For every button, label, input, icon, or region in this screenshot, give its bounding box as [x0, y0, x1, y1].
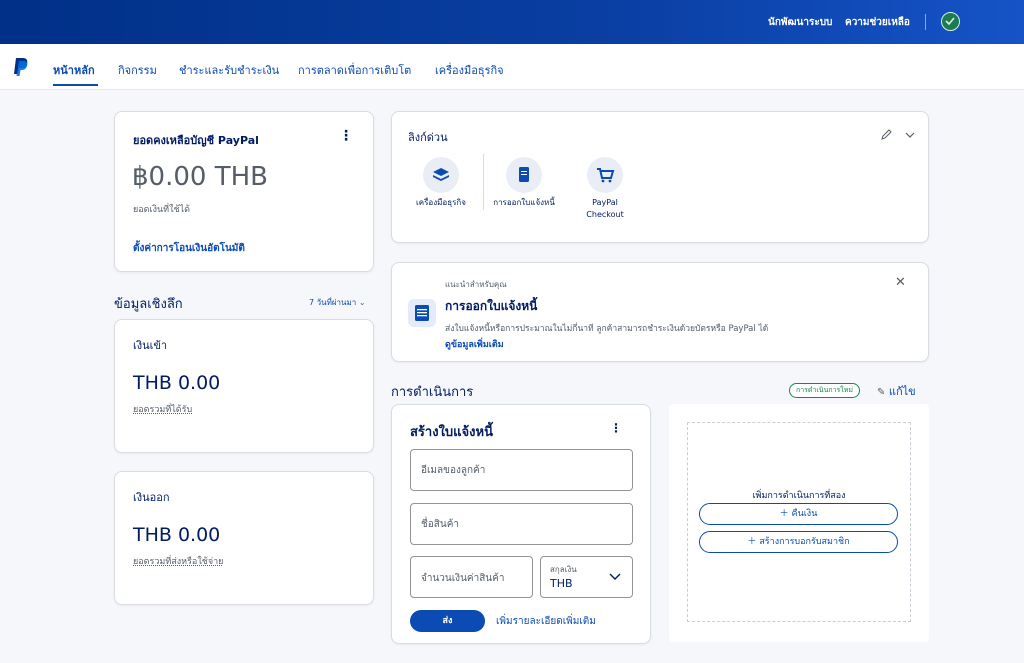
currency-select[interactable]: สกุลเงิน THB	[540, 556, 633, 598]
product-name-placeholder: ชื่อสินค้า	[421, 519, 460, 530]
balance-subtitle: ยอดเงินที่ใช้ได้	[133, 205, 190, 215]
recommend-eyebrow: แนะนำสำหรับคุณ	[445, 280, 507, 289]
invoice-icon	[408, 299, 436, 327]
active-tab-indicator	[53, 84, 98, 86]
chevron-down-icon: ⌄	[358, 298, 366, 307]
tab-home[interactable]: หน้าหลัก	[53, 61, 95, 79]
more-details-link[interactable]: เพิ่มรายละเอียดเพิ่มเติม	[496, 614, 596, 629]
send-button[interactable]: ส่ง	[410, 610, 485, 632]
balance-card: ยอดคงเหลือบัญชี PayPal ⋮ ฿0.00 THB ยอดเง…	[114, 111, 374, 272]
pencil-icon: ✎	[877, 387, 886, 398]
tab-business-tools[interactable]: เครื่องมือธุรกิจ	[435, 61, 504, 79]
money-out-title: เงินออก	[133, 491, 170, 504]
edit-label: แก้ไข	[888, 385, 916, 398]
quick-links-card: ลิงก์ด่วน เครื่องมือธุรกิจ การออกใบแจ้งห…	[391, 111, 929, 243]
pencil-icon[interactable]	[880, 129, 892, 141]
product-name-field[interactable]: ชื่อสินค้า	[410, 503, 633, 545]
balance-title: ยอดคงเหลือบัญชี PayPal	[133, 134, 259, 147]
layers-icon	[433, 168, 449, 181]
plus-icon: ＋	[779, 509, 789, 519]
divider	[925, 14, 926, 30]
period-dropdown[interactable]: 7 วันที่ผ่านมา ⌄	[309, 296, 366, 309]
check-leaf-icon	[945, 17, 955, 26]
quick-links-title: ลิงก์ด่วน	[408, 131, 448, 144]
recommend-body: ส่งใบแจ้งหนี้หรือการประมาณในไม่กี่นาที ล…	[445, 324, 769, 334]
new-action-badge: การดำเนินการใหม่	[789, 383, 860, 398]
money-in-title: เงินเข้า	[133, 339, 168, 352]
invoice-title: สร้างใบแจ้งหนี้	[410, 425, 493, 440]
cart-icon	[597, 168, 615, 183]
create-subscription-button[interactable]: ＋ สร้างการบอกรับสมาชิก	[699, 531, 898, 553]
more-options-icon[interactable]: ⋮	[610, 422, 622, 434]
period-label: 7 วันที่ผ่านมา	[309, 298, 357, 307]
recommendation-card: แนะนำสำหรับคุณ การออกใบแจ้งหนี้ ส่งใบแจ้…	[391, 262, 929, 362]
customer-email-placeholder: อีเมลของลูกค้า	[421, 465, 486, 476]
currency-label: สกุลเงิน	[550, 565, 577, 574]
recommend-title: การออกใบแจ้งหนี้	[445, 299, 538, 313]
money-in-amount: THB 0.00	[133, 372, 221, 394]
divider	[483, 154, 484, 210]
money-out-card: เงินออก THB 0.00 ยอดรวมที่ส่งหรือใช้จ่าย	[114, 471, 374, 605]
document-icon	[519, 167, 529, 182]
chevron-down-icon	[609, 573, 621, 580]
money-out-amount: THB 0.00	[133, 524, 221, 546]
quick-link-invoicing[interactable]	[506, 157, 542, 193]
actions-title: การดำเนินการ	[391, 385, 474, 400]
avatar[interactable]	[941, 12, 960, 31]
refund-button[interactable]: ＋ คืนเงิน	[699, 503, 898, 525]
paypal-logo[interactable]	[12, 57, 30, 77]
create-invoice-card: สร้างใบแจ้งหนี้ ⋮ อีเมลของลูกค้า ชื่อสิน…	[391, 404, 651, 644]
quick-link-label-business-tools: เครื่องมือธุรกิจ	[416, 198, 466, 207]
help-link[interactable]: ความช่วยเหลือ	[845, 15, 910, 30]
amount-field[interactable]: จำนวนเงินค่าสินค้า	[410, 556, 533, 598]
second-action-panel: เพิ่มการดำเนินการที่สอง ＋ คืนเงิน ＋ สร้า…	[669, 404, 929, 642]
top-bar: นักพัฒนาระบบ ความช่วยเหลือ	[0, 0, 1024, 44]
create-subscription-label: สร้างการบอกรับสมาชิก	[759, 537, 850, 547]
edit-actions-button[interactable]: ✎ แก้ไข	[877, 382, 916, 400]
insights-title: ข้อมูลเชิงลึก	[114, 297, 183, 312]
quick-link-business-tools[interactable]	[423, 157, 459, 193]
developer-link[interactable]: นักพัฒนาระบบ	[768, 15, 832, 30]
second-action-title: เพิ่มการดำเนินการที่สอง	[752, 491, 846, 501]
learn-more-link[interactable]: ดูข้อมูลเพิ่มเติม	[445, 337, 504, 351]
tab-activity[interactable]: กิจกรรม	[118, 61, 157, 79]
chevron-down-icon[interactable]	[905, 131, 915, 139]
close-icon[interactable]: ✕	[895, 275, 906, 290]
money-in-caption[interactable]: ยอดรวมที่ได้รับ	[133, 402, 192, 416]
amount-placeholder: จำนวนเงินค่าสินค้า	[421, 573, 505, 584]
balance-amount: ฿0.00 THB	[132, 162, 268, 192]
currency-value: THB	[550, 577, 573, 590]
plus-icon: ＋	[747, 537, 757, 547]
quick-link-label-invoicing: การออกใบแจ้งหนี้	[493, 198, 555, 207]
auto-transfer-link[interactable]: ตั้งค่าการโอนเงินอัตโนมัติ	[133, 241, 245, 256]
money-out-caption[interactable]: ยอดรวมที่ส่งหรือใช้จ่าย	[133, 554, 223, 568]
tab-marketing[interactable]: การตลาดเพื่อการเติบโต	[298, 61, 411, 79]
main-nav: หน้าหลัก กิจกรรม ชำระและรับชำระเงิน การต…	[0, 44, 1024, 90]
money-in-card: เงินเข้า THB 0.00 ยอดรวมที่ได้รับ	[114, 319, 374, 453]
quick-link-label-checkout: PayPal Checkout	[586, 198, 624, 219]
quick-link-checkout[interactable]	[587, 157, 623, 193]
tab-pay-and-get-paid[interactable]: ชำระและรับชำระเงิน	[179, 61, 279, 79]
customer-email-field[interactable]: อีเมลของลูกค้า	[410, 449, 633, 491]
more-options-icon[interactable]: ⋮	[339, 129, 353, 143]
refund-label: คืนเงิน	[791, 509, 818, 519]
